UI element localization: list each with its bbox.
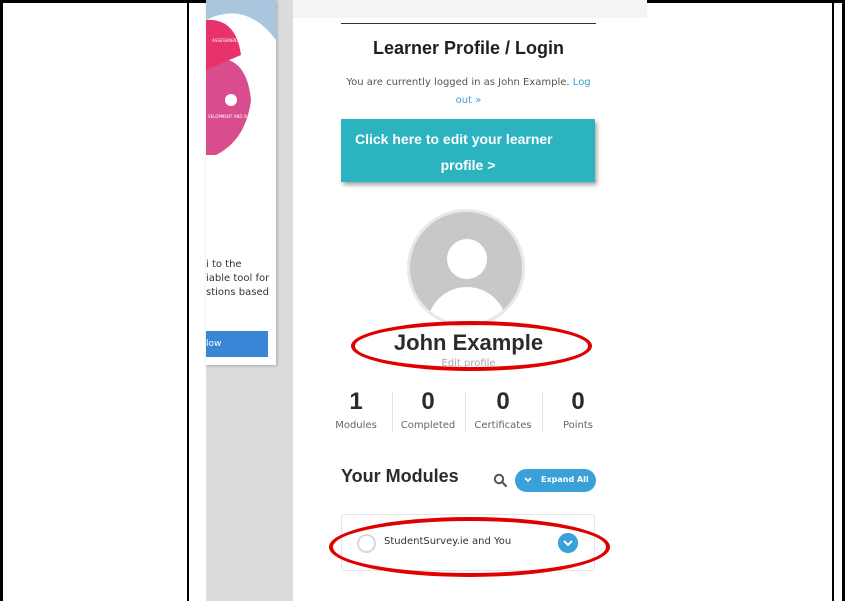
stat-label: Certificates — [474, 420, 532, 431]
login-status-text: You are currently logged in as John Exam… — [346, 77, 570, 88]
stat-divider — [392, 392, 393, 432]
left-text-line: stions based — [206, 287, 269, 298]
stat-certificates: 0 Certificates — [471, 388, 535, 431]
stat-label: Modules — [335, 420, 377, 431]
expand-all-label: Expand All — [541, 475, 589, 484]
avatar[interactable] — [407, 209, 525, 327]
left-action-button[interactable]: low — [206, 331, 268, 357]
stat-divider — [465, 392, 466, 432]
graphic-label-2: VELOPMENT AND SUCCESS — [208, 114, 263, 119]
stat-divider — [542, 392, 543, 432]
graphic-label-1: ASSESSMENT AND FEEDBACK — [212, 38, 272, 43]
stat-points: 0 Points — [546, 388, 610, 431]
annotation-circle-name — [351, 321, 592, 371]
edit-button-label-1: Click here to edit your learner — [355, 131, 553, 147]
edit-button-label-2: profile > — [440, 157, 496, 173]
left-text-line: iable tool for — [206, 273, 270, 284]
page-title: Learner Profile / Login — [372, 38, 565, 58]
stat-value: 1 — [349, 388, 363, 415]
login-status: You are currently logged in as John Exam… — [341, 74, 596, 110]
stat-value: 0 — [571, 388, 585, 415]
edit-profile-button[interactable]: Click here to edit your learner profile … — [341, 119, 595, 182]
stat-label: Points — [562, 420, 594, 431]
top-strip — [293, 0, 647, 18]
modules-heading: Your Modules — [341, 466, 459, 486]
stat-modules: 1 Modules — [324, 388, 388, 431]
stat-completed: 0 Completed — [396, 388, 460, 431]
avatar-head — [447, 239, 487, 279]
left-text-line: i to the — [206, 259, 242, 270]
expand-all-button[interactable]: Expand All — [515, 469, 596, 492]
left-info-card: ASSESSMENT AND FEEDBACK VELOPMENT AND SU… — [206, 0, 276, 365]
wheel-graphic: ASSESSMENT AND FEEDBACK VELOPMENT AND SU… — [206, 0, 276, 156]
stat-label: Completed — [400, 420, 456, 431]
top-divider — [341, 23, 596, 24]
left-button-label: low — [206, 339, 222, 349]
left-description: i to the iable tool for stions based — [206, 258, 276, 300]
stat-value: 0 — [496, 388, 510, 415]
left-border-line — [187, 0, 189, 601]
chevron-down-icon — [524, 477, 532, 483]
search-icon[interactable] — [493, 473, 507, 487]
annotation-circle-module — [329, 517, 610, 577]
right-border-line — [832, 0, 834, 601]
stat-value: 0 — [421, 388, 435, 415]
